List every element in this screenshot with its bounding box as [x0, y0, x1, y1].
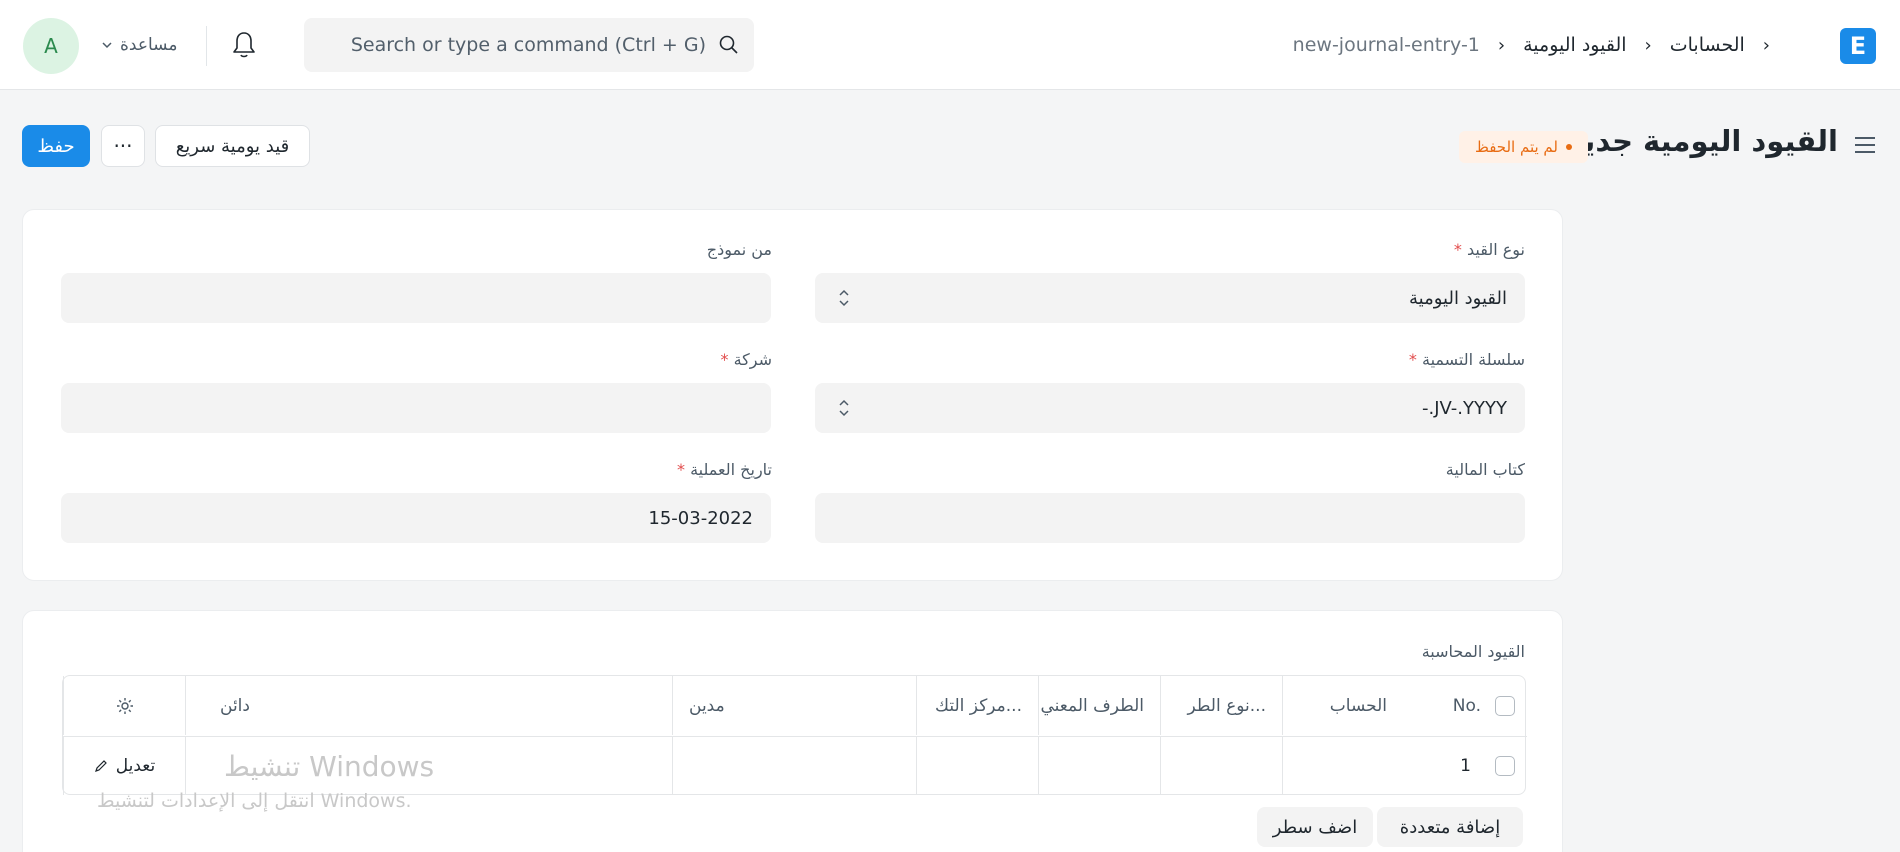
form-section-card: نوع القيد * القيود اليومية من نموذج سلسل…: [22, 209, 1563, 581]
row-checkbox[interactable]: [1495, 756, 1515, 776]
page-title: القيود اليومية جديد: [1567, 124, 1838, 158]
navbar-divider: [206, 26, 207, 66]
naming-series-select[interactable]: -.JV-.YYYY: [815, 383, 1525, 433]
cell-party[interactable]: [1038, 736, 1160, 795]
cell-debit[interactable]: [672, 736, 916, 795]
grid-header-no: No.: [1403, 676, 1527, 735]
breadcrumb-journal-entry[interactable]: القيود اليومية: [1523, 34, 1626, 56]
sidebar-toggle-icon[interactable]: [1852, 132, 1878, 158]
finance-book-label: كتاب المالية: [1445, 460, 1525, 479]
search-icon: [719, 35, 738, 54]
column-credit: دائن: [185, 676, 672, 735]
breadcrumb-current: new-journal-entry-1: [1292, 34, 1480, 56]
from-template-input[interactable]: [61, 273, 771, 323]
posting-date-input[interactable]: 15-03-2022: [61, 493, 771, 543]
chevron-down-icon: [102, 42, 112, 49]
status-dot: [1566, 144, 1572, 150]
entry-type-value: القيود اليومية: [1409, 287, 1507, 309]
accounts-table-label: القيود المحاسبة: [1421, 642, 1525, 661]
navbar: A مساعدة Search or type a command (Ctrl …: [0, 0, 1900, 90]
notification-bell-icon[interactable]: [230, 30, 258, 60]
row-edit-button[interactable]: تعديل: [63, 736, 185, 795]
cell-account[interactable]: [1282, 736, 1403, 795]
cell-party-type[interactable]: [1160, 736, 1282, 795]
search-bar[interactable]: Search or type a command (Ctrl + G): [304, 18, 754, 72]
column-debit: مدين: [672, 676, 916, 735]
avatar-initial: A: [44, 34, 58, 58]
breadcrumb: › الحسابات › القيود اليومية › new-journa…: [1293, 28, 1788, 62]
select-arrows-icon: [839, 289, 849, 307]
breadcrumb-accounts[interactable]: الحسابات: [1670, 34, 1745, 56]
company-label: شركة *: [720, 350, 772, 369]
select-arrows-icon: [839, 399, 849, 417]
grid-settings[interactable]: [63, 676, 185, 735]
entry-type-label: نوع القيد *: [1453, 240, 1525, 259]
naming-series-value: -.JV-.YYYY: [1422, 397, 1507, 419]
column-party-type: نوع الطر...: [1160, 676, 1282, 735]
column-cost-center: مركز التك...: [916, 676, 1038, 735]
column-party: الطرف المعني: [1038, 676, 1160, 735]
add-row-button[interactable]: اضف سطر: [1257, 807, 1373, 847]
posting-date-label: تاريخ العملية *: [676, 460, 772, 479]
posting-date-value: 15-03-2022: [648, 507, 753, 529]
breadcrumb-separator: ›: [1497, 34, 1506, 56]
quick-entry-button[interactable]: قيد يومية سريع: [155, 125, 310, 167]
breadcrumb-separator: ›: [1644, 34, 1652, 56]
column-account: الحساب: [1282, 676, 1403, 735]
table-row: 1: [1403, 736, 1527, 795]
user-avatar[interactable]: A: [23, 18, 79, 74]
more-actions-button[interactable]: ···: [101, 125, 145, 167]
status-text: لم يتم الحفظ: [1474, 138, 1558, 156]
column-no: No.: [1452, 695, 1481, 716]
edit-label: تعديل: [115, 756, 156, 776]
help-label: مساعدة: [120, 35, 178, 55]
breadcrumb-separator: ›: [1762, 34, 1770, 56]
select-all-checkbox[interactable]: [1495, 695, 1515, 716]
finance-book-input[interactable]: [815, 493, 1525, 543]
status-indicator: لم يتم الحفظ: [1458, 131, 1588, 163]
pencil-icon: [94, 760, 107, 772]
accounts-section-card: القيود المحاسبة No. الحساب نوع الطر... ا…: [22, 610, 1563, 852]
naming-series-label: سلسلة التسمية *: [1408, 350, 1525, 369]
entry-type-select[interactable]: القيود اليومية: [815, 273, 1525, 323]
search-placeholder: Search or type a command (Ctrl + G): [350, 34, 706, 56]
gear-icon: [116, 697, 133, 714]
company-input[interactable]: [61, 383, 771, 433]
logo-letter: E: [1849, 32, 1867, 60]
add-multiple-button[interactable]: إضافة متعددة: [1377, 807, 1523, 847]
help-dropdown[interactable]: مساعدة: [100, 30, 177, 60]
from-template-label: من نموذج: [706, 240, 772, 259]
row-number: 1: [1460, 756, 1471, 776]
windows-watermark-title: تنشيط Windows: [224, 750, 435, 783]
windows-watermark-subtitle: انتقل إلى الإعدادات لتنشيط Windows.: [97, 790, 412, 812]
app-logo[interactable]: E: [1840, 28, 1876, 64]
cell-cost-center[interactable]: [916, 736, 1038, 795]
save-button[interactable]: حفظ: [22, 125, 90, 167]
